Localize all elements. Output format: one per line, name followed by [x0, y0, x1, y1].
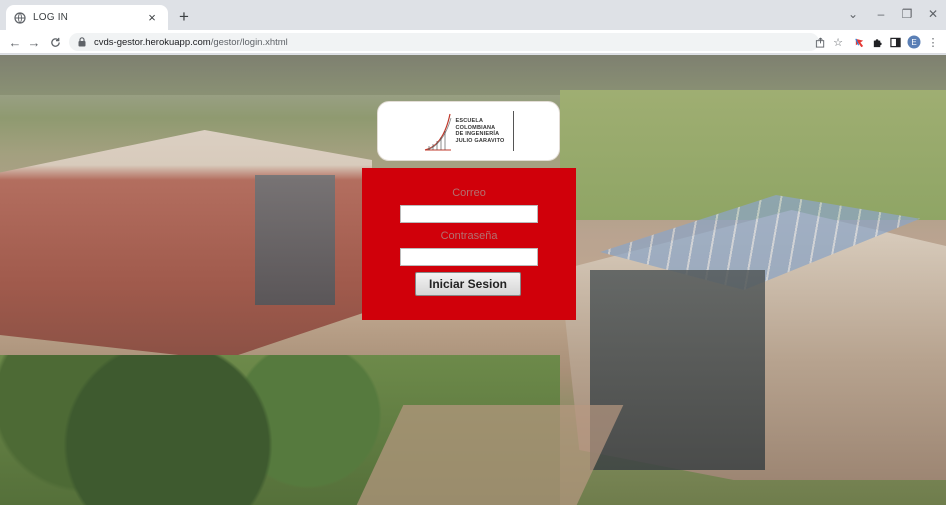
- tab-search-chevron-icon[interactable]: ⌄: [843, 6, 863, 22]
- tab-title: LOG IN: [33, 12, 69, 23]
- reload-button[interactable]: [46, 33, 64, 51]
- login-button[interactable]: Iniciar Sesion: [415, 272, 521, 296]
- address-bar[interactable]: cvds-gestor.herokuapp.com/gestor/login.x…: [69, 33, 819, 51]
- close-window-button[interactable]: ✕: [923, 6, 943, 22]
- extension-icon[interactable]: [851, 34, 867, 50]
- email-label: Correo: [452, 187, 486, 199]
- logo-line: JULIO GARAVITO: [455, 137, 505, 144]
- maximize-button[interactable]: ❐: [897, 6, 917, 22]
- logo-text: ESCUELA COLOMBIANA DE INGENIERÍA JULIO G…: [455, 118, 504, 144]
- svg-text:E: E: [911, 38, 916, 47]
- profile-icon[interactable]: E: [906, 34, 922, 50]
- back-button[interactable]: ←: [6, 33, 24, 51]
- url-path: /gestor/login.xhtml: [210, 36, 288, 48]
- star-icon[interactable]: ☆: [830, 34, 846, 50]
- login-form: Correo Contraseña Iniciar Sesion: [362, 168, 576, 320]
- menu-icon[interactable]: ⋮: [925, 34, 941, 50]
- background-glass-right: [590, 270, 765, 470]
- browser-tab[interactable]: LOG IN ×: [6, 5, 168, 30]
- reload-icon: [50, 37, 60, 47]
- email-field[interactable]: [400, 205, 538, 223]
- background-sky: [0, 55, 946, 95]
- forward-button[interactable]: →: [25, 33, 43, 51]
- password-field[interactable]: [400, 248, 538, 266]
- new-tab-button[interactable]: +: [175, 8, 193, 26]
- logo-card: ESCUELA COLOMBIANA DE INGENIERÍA JULIO G…: [377, 101, 560, 161]
- page-background: ESCUELA COLOMBIANA DE INGENIERÍA JULIO G…: [0, 55, 946, 505]
- lock-icon[interactable]: [77, 37, 87, 47]
- tab-close-icon[interactable]: ×: [144, 10, 160, 26]
- logo-divider: [512, 111, 514, 151]
- globe-icon: [14, 11, 26, 24]
- browser-toolbar: ← → cvds-gestor.herokuapp.com/gestor/log…: [0, 30, 946, 54]
- background-path: [356, 405, 624, 505]
- background-glass-left: [255, 175, 335, 305]
- password-label: Contraseña: [440, 230, 498, 242]
- school-logo-icon: [425, 113, 452, 151]
- url-host: cvds-gestor.herokuapp.com: [94, 36, 211, 48]
- tab-strip: LOG IN × + ⌄ – ❐ ✕: [0, 0, 946, 30]
- share-icon[interactable]: [812, 34, 828, 50]
- sidebar-icon[interactable]: [887, 34, 903, 50]
- minimize-button[interactable]: –: [871, 6, 891, 22]
- background-field: [560, 90, 946, 220]
- url-text: cvds-gestor.herokuapp.com/gestor/login.x…: [94, 37, 288, 48]
- puzzle-icon[interactable]: [869, 34, 885, 50]
